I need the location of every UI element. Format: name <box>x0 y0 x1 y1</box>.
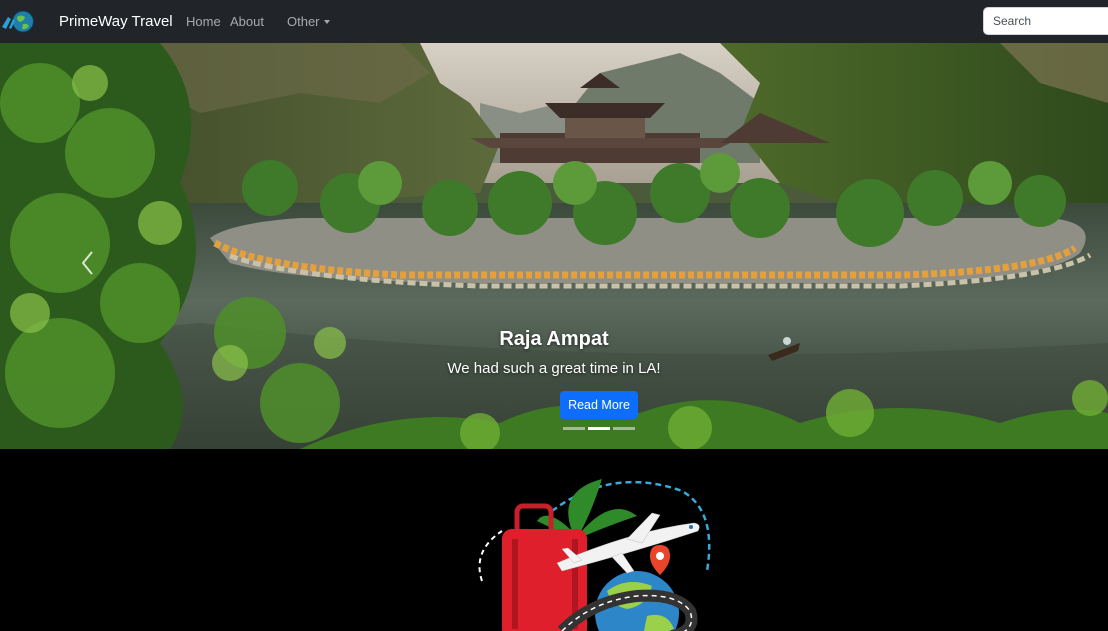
read-more-button[interactable]: Read More <box>560 391 638 419</box>
slide-text: We had such a great time in LA! <box>447 360 661 377</box>
travel-illustration <box>478 479 711 631</box>
slide-title: Raja Ampat <box>499 328 609 350</box>
chevron-left-icon[interactable] <box>78 249 98 277</box>
hero-carousel: Raja Ampat We had such a great time in L… <box>0 43 1108 449</box>
carousel-indicator[interactable] <box>563 427 585 430</box>
carousel-indicator-active[interactable] <box>588 427 610 430</box>
caret-down-icon <box>323 20 330 24</box>
nav-other-dropdown[interactable]: Other <box>287 13 330 30</box>
search-input[interactable] <box>983 7 1108 35</box>
nav-about-link[interactable]: About <box>230 13 264 30</box>
carousel-slide-image <box>0 43 1108 449</box>
navbar: PrimeWay Travel Home About Other <box>0 0 1108 43</box>
globe-logo-icon[interactable] <box>2 9 34 34</box>
intro-section <box>0 449 1108 631</box>
nav-home-link[interactable]: Home <box>186 13 221 30</box>
brand-name[interactable]: PrimeWay Travel <box>59 12 173 31</box>
carousel-indicators <box>563 427 635 430</box>
carousel-indicator[interactable] <box>613 427 635 430</box>
nav-other-label: Other <box>287 14 320 29</box>
